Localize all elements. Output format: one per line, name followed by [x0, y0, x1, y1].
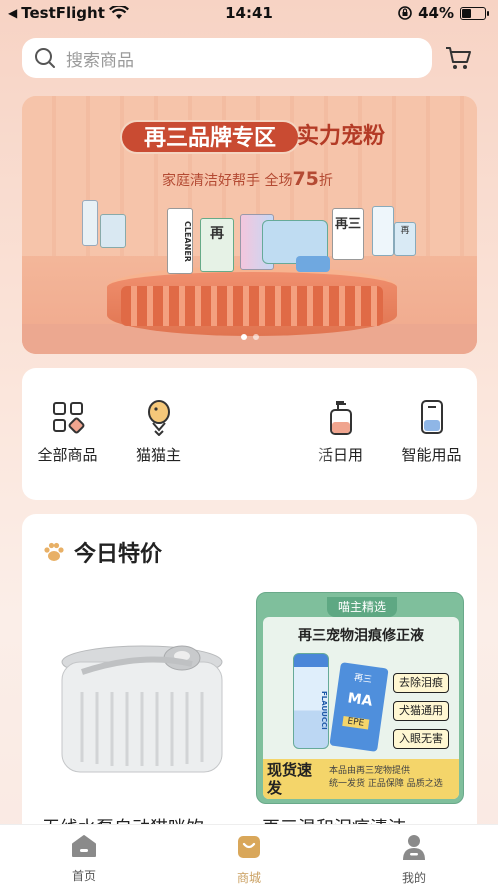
card-headline: 再三宠物泪痕修正液: [298, 628, 424, 644]
banner-subline-prefix: 家庭清洁好帮手 全场: [162, 173, 293, 189]
tab-home[interactable]: 首页: [44, 833, 124, 884]
product-bottle-image: FLAUUCCI: [293, 653, 329, 749]
search-icon: [35, 48, 55, 68]
product-label-pack: 再: [210, 226, 224, 242]
card-note-line: 统一发货 正品保障 品质之选: [329, 779, 443, 789]
carousel-dots: [22, 334, 477, 340]
cart-button[interactable]: [444, 44, 472, 76]
battery-icon: [460, 6, 489, 20]
card-note-line: 本品由再三宠物提供: [329, 766, 411, 776]
category-all[interactable]: 全部商品: [22, 398, 113, 465]
search-placeholder: 搜索商品: [66, 50, 134, 71]
card-chip: 犬猫通用: [393, 701, 449, 721]
card-inner: 再三宠物泪痕修正液 FLAUUCCI 再三 MA EPE 去除泪痕 犬猫通用 入…: [263, 617, 459, 799]
carousel-dot[interactable]: [240, 334, 247, 340]
category-label: 猫猫主: [135, 446, 181, 464]
product-label-carton: 再三: [334, 217, 361, 232]
product-tall-bottle: 再: [394, 222, 416, 256]
category-label: 智能用品: [401, 446, 462, 464]
banner-subline-number: 75: [292, 168, 319, 190]
deals-header: 今日特价: [42, 536, 162, 568]
card-chip: 去除泪痕: [393, 673, 449, 693]
card-badge: 现货速发: [267, 761, 323, 797]
card-footer: 现货速发 本品由再三宠物提供 统一发货 正品保障 品质之选: [263, 759, 459, 799]
status-bar: ◀ TestFlight 14:41 44%: [0, 0, 498, 26]
product-spray: [372, 206, 394, 256]
cart-icon: [446, 47, 471, 69]
card-badge-text: 现货速发: [267, 761, 313, 797]
home-icon: [72, 835, 96, 857]
deal-item-fountain-image[interactable]: [42, 632, 242, 802]
paw-icon: [44, 542, 64, 561]
pack-label-0: 再三: [353, 673, 373, 686]
carousel-dot[interactable]: [252, 334, 259, 340]
banner-headline: 再三品牌专区: [120, 120, 300, 154]
product-label-tall: 再: [400, 226, 410, 236]
deal-item-tear-stain-card[interactable]: 喵主精选 再三宠物泪痕修正液 FLAUUCCI 再三 MA EPE 去除泪痕 犬…: [256, 592, 464, 804]
bottle-label: FLAUUCCI: [320, 690, 328, 730]
display-stage: [107, 266, 397, 336]
product-box: [100, 214, 126, 248]
product-bottle: [82, 200, 98, 246]
battery-percent: 44%: [418, 4, 454, 22]
product-pack: 再: [200, 218, 234, 272]
category-label: 全部商品: [37, 446, 98, 464]
profile-icon: [403, 835, 425, 860]
tab-shop[interactable]: 商城: [209, 833, 289, 884]
card-tag: 喵主精选: [327, 597, 397, 617]
category-cat-owner[interactable]: 猫猫主: [113, 398, 204, 465]
tab-profile[interactable]: 我的: [374, 833, 454, 884]
deals-section: 今日特价 无线水泵自动猫咪饮 再三温和泪痕清洁 喵主精选 再三宠物泪痕修正液 F…: [22, 514, 477, 844]
tab-label: 商城: [236, 871, 261, 884]
tab-bar: 首页 商城 我的: [0, 824, 498, 884]
product-cleaner: CLEANER: [167, 208, 193, 274]
deals-title: 今日特价: [74, 542, 163, 567]
swipe-overlay: [192, 398, 332, 478]
stage-ribs: [121, 286, 383, 326]
search-bar[interactable]: 搜索商品: [22, 38, 432, 78]
banner-subline-suffix: 折: [318, 173, 333, 189]
product-pack-image: 再三 MA EPE: [329, 662, 389, 752]
tab-label: 我的: [401, 871, 426, 884]
banner-headline2: 实力宠粉: [297, 124, 386, 149]
card-note: 本品由再三宠物提供 统一发货 正品保障 品质之选: [329, 765, 443, 791]
battery-level: [462, 8, 472, 18]
product-label-cleaner: CLEANER: [183, 220, 192, 262]
promo-banner[interactable]: 再三品牌专区 实力宠粉 家庭清洁好帮手 全场75折 CLEANER 再 再三 再: [22, 96, 477, 354]
smart-device-icon: [420, 400, 443, 434]
category-smart[interactable]: 智能用品: [386, 398, 477, 465]
card-chip: 入眼无害: [393, 729, 449, 749]
category-panel: 全部商品 猫猫主 活日用 智能用品: [22, 368, 477, 500]
orientation-lock-icon: [398, 6, 412, 20]
water-fountain-image: [61, 645, 223, 773]
pack-label-1: MA: [346, 690, 374, 710]
shop-bag-icon: [238, 836, 260, 858]
grid-icon: [52, 402, 84, 434]
fish-icon: [147, 400, 170, 436]
pack-label-2: EPE: [342, 715, 370, 730]
tab-label: 首页: [71, 869, 96, 883]
product-wipes: [296, 256, 330, 272]
product-carton: 再三: [332, 208, 364, 260]
banner-subline: 家庭清洁好帮手 全场75折: [162, 168, 333, 190]
